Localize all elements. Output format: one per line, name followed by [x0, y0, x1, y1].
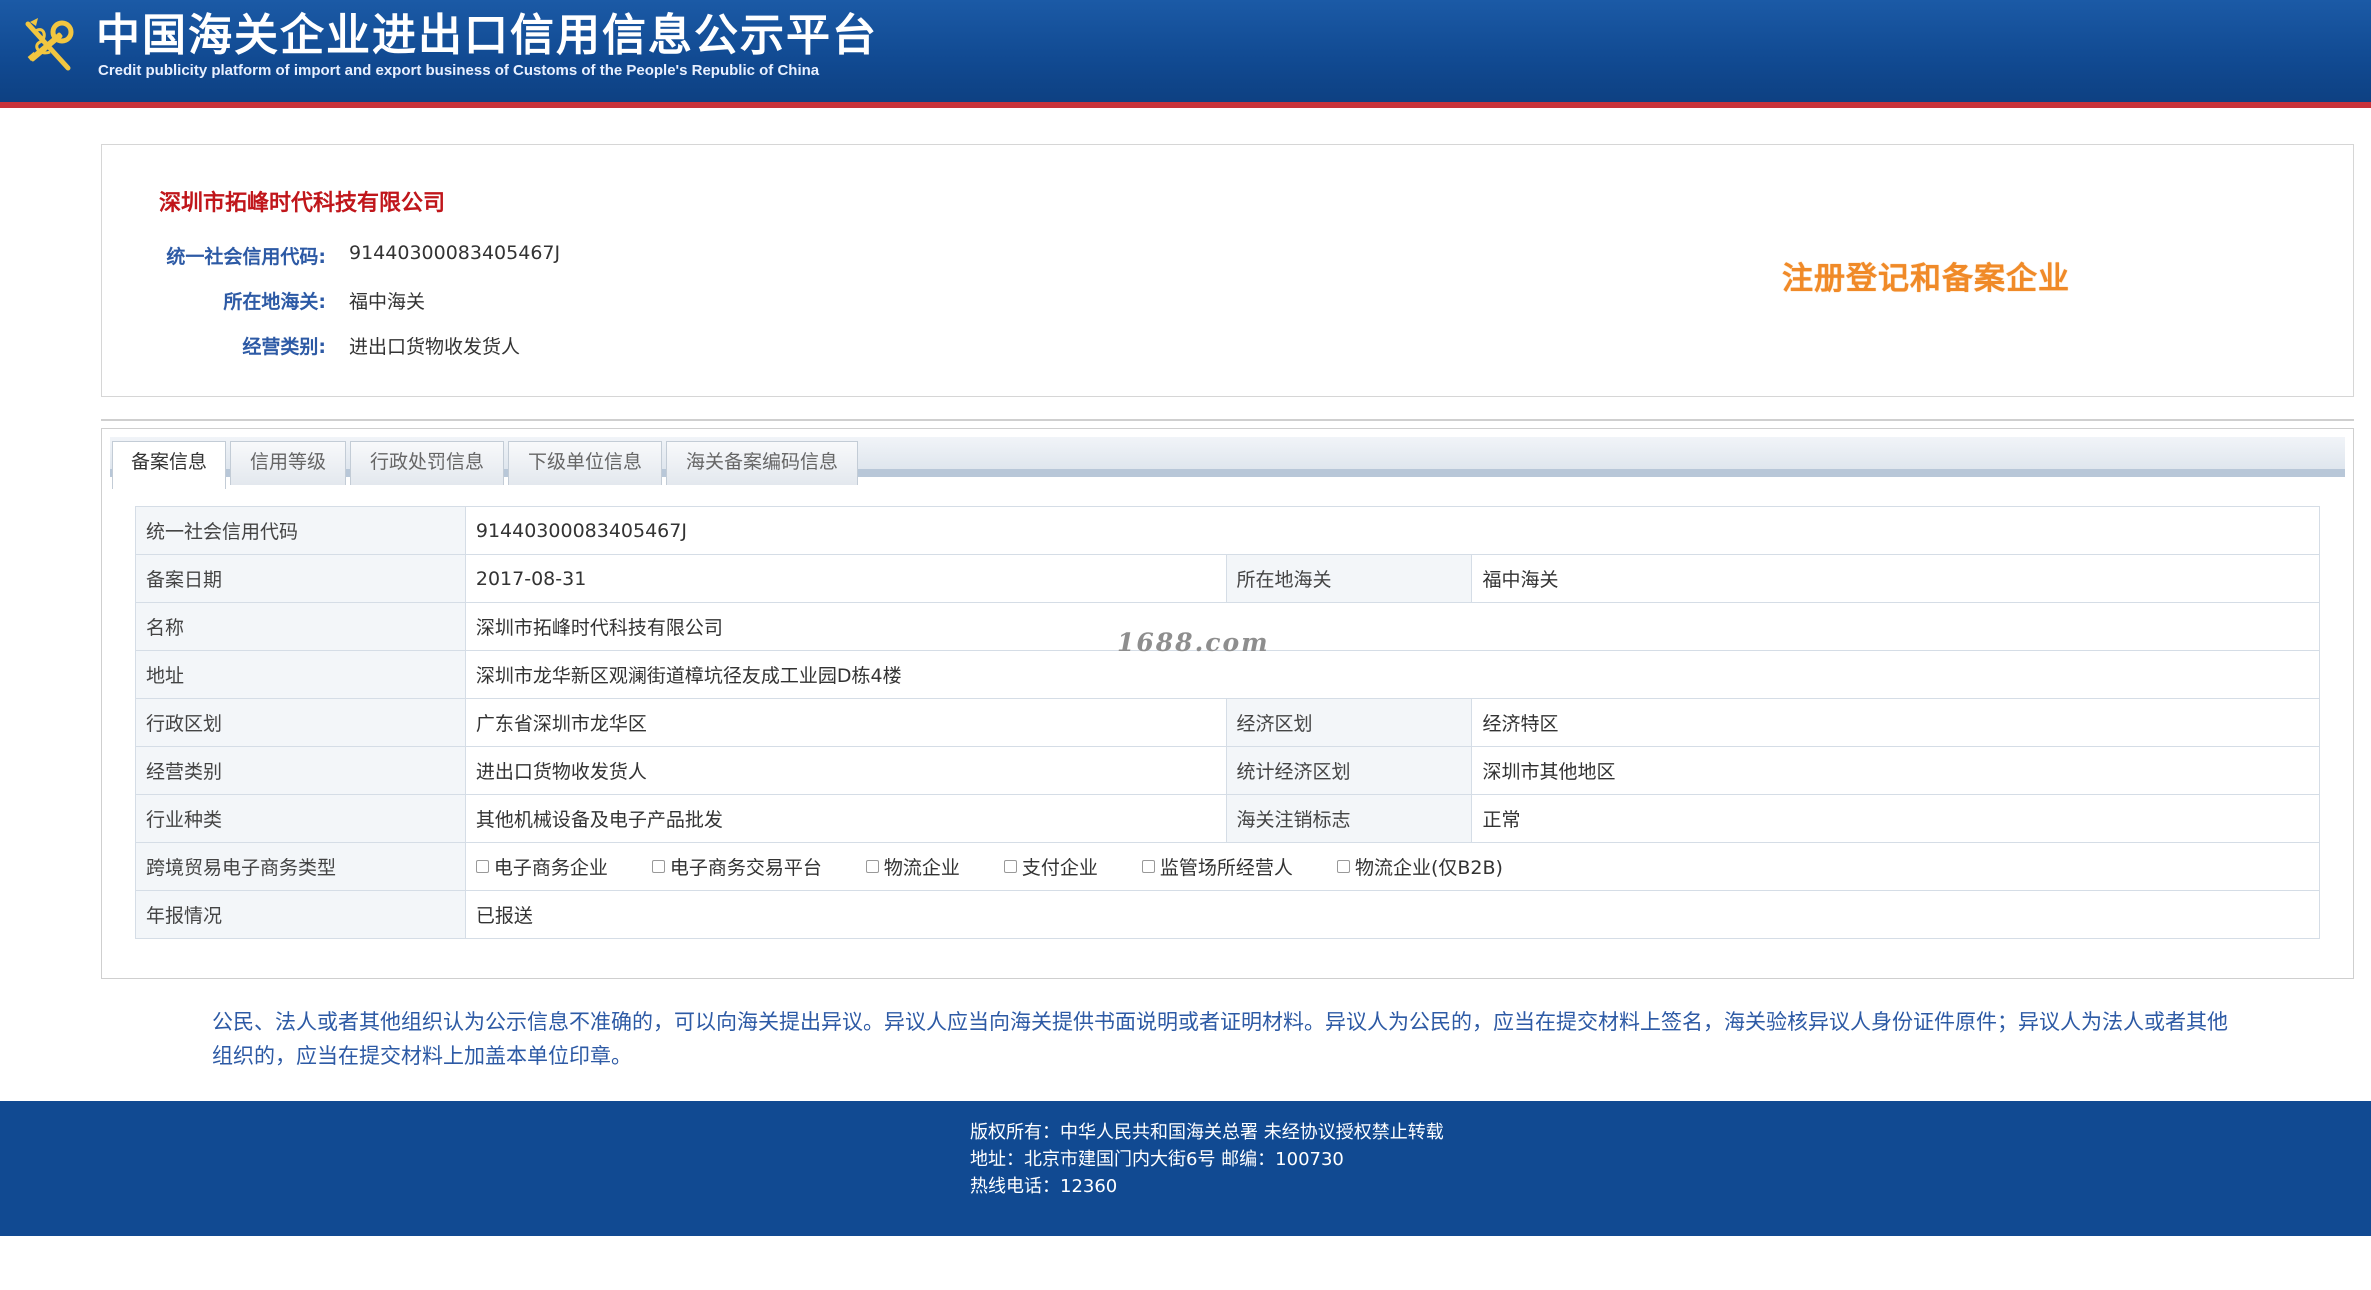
- cell-customs-value: 福中海关: [1471, 554, 2320, 603]
- cell-address-label: 地址: [135, 650, 466, 699]
- cell-annual-report-label: 年报情况: [135, 890, 466, 939]
- cell-ecommerce-label: 跨境贸易电子商务类型: [135, 842, 466, 891]
- tab-credit-level[interactable]: 信用等级: [230, 441, 346, 485]
- customs-emblem-icon: [25, 18, 74, 71]
- checkbox-label: 物流企业(仅B2B): [1354, 857, 1503, 879]
- cell-address-value: 深圳市龙华新区观澜街道樟坑径友成工业园D栋4楼: [464, 650, 2321, 699]
- checkbox-label: 电子商务企业: [493, 857, 608, 879]
- summary-customs-value: 福中海关: [349, 291, 426, 313]
- watermark: 1688.com: [1117, 628, 1270, 657]
- table-row: 统一社会信用代码 91440300083405467J: [135, 506, 2321, 555]
- checkbox-ecommerce-enterprise[interactable]: 电子商务企业: [475, 853, 608, 880]
- summary-credit-code-label: 统一社会信用代码:: [166, 246, 326, 268]
- table-row: 地址 深圳市龙华新区观澜街道樟坑径友成工业园D栋4楼: [135, 650, 2321, 699]
- cell-admin-region-label: 行政区划: [135, 698, 466, 747]
- cell-record-date-value: 2017-08-31: [464, 554, 1227, 603]
- cell-stat-region-label: 统计经济区划: [1225, 746, 1473, 795]
- table-row: 行业种类 其他机械设备及电子产品批发 海关注销标志 正常: [135, 794, 2320, 843]
- cell-credit-code-label: 统一社会信用代码: [135, 506, 466, 555]
- summary-category-value: 进出口货物收发货人: [349, 336, 521, 358]
- cell-admin-region-value: 广东省深圳市龙华区: [464, 698, 1227, 747]
- cell-stat-region-value: 深圳市其他地区: [1471, 746, 2320, 795]
- checkbox-ecommerce-platform[interactable]: 电子商务交易平台: [651, 853, 822, 880]
- record-info-table: 统一社会信用代码 91440300083405467J 备案日期 2017-08…: [135, 506, 2321, 939]
- checkbox-supervision-operator[interactable]: 监管场所经营人: [1141, 853, 1293, 880]
- checkbox-box[interactable]: [475, 860, 489, 873]
- section-divider: [101, 419, 2354, 421]
- checkbox-label: 物流企业: [883, 857, 960, 879]
- cell-econ-region-label: 经济区划: [1225, 698, 1473, 747]
- table-row: 备案日期 2017-08-31 所在地海关 福中海关: [135, 554, 2320, 603]
- tab-record-info[interactable]: 备案信息: [112, 441, 226, 489]
- footer-hotline: 热线电话：12360: [970, 1176, 1118, 1197]
- cell-cancel-flag-value: 正常: [1471, 794, 2320, 843]
- checkbox-label: 监管场所经营人: [1159, 857, 1293, 879]
- table-row: 年报情况 已报送: [135, 890, 2321, 939]
- tab-admin-penalty[interactable]: 行政处罚信息: [350, 441, 504, 485]
- checkbox-label: 电子商务交易平台: [669, 857, 822, 879]
- cell-name-label: 名称: [135, 602, 466, 651]
- cell-cancel-flag-label: 海关注销标志: [1225, 794, 1473, 843]
- checkbox-box[interactable]: [865, 860, 879, 873]
- checkbox-logistics-b2b[interactable]: 物流企业(仅B2B): [1336, 853, 1503, 880]
- cell-industry-value: 其他机械设备及电子产品批发: [464, 794, 1227, 843]
- tab-customs-code[interactable]: 海关备案编码信息: [666, 441, 858, 485]
- summary-category-label: 经营类别:: [242, 336, 326, 358]
- site-header: 中国海关企业进出口信用信息公示平台 Credit publicity platf…: [0, 0, 2371, 108]
- checkbox-box[interactable]: [1141, 860, 1155, 873]
- table-row: 行政区划 广东省深圳市龙华区 经济区划 经济特区: [135, 698, 2320, 747]
- objection-notice: 公民、法人或者其他组织认为公示信息不准确的，可以向海关提出异议。异议人应当向海关…: [212, 1010, 2228, 1068]
- checkbox-box[interactable]: [1336, 860, 1350, 873]
- cell-credit-code-value: 91440300083405467J: [464, 506, 2321, 555]
- cell-econ-region-value: 经济特区: [1471, 698, 2320, 747]
- company-summary-card: 深圳市拓峰时代科技有限公司 统一社会信用代码: 9144030008340546…: [101, 144, 2354, 397]
- tab-bar: 备案信息 信用等级 行政处罚信息 下级单位信息 海关备案编码信息: [110, 437, 2345, 489]
- site-subtitle: Credit publicity platform of import and …: [98, 62, 820, 79]
- checkbox-payment[interactable]: 支付企业: [1003, 853, 1098, 880]
- cell-name-value: 深圳市拓峰时代科技有限公司: [464, 602, 2321, 651]
- cell-biz-category-label: 经营类别: [135, 746, 466, 795]
- summary-category: 经营类别: 进出口货物收发货人: [102, 332, 802, 362]
- header-accent-line: [0, 102, 2371, 108]
- cell-ecommerce-options: 电子商务企业 电子商务交易平台 物流企业 支付企业 监管场所经营人 物流企业(仅…: [464, 842, 2321, 891]
- table-row: 经营类别 进出口货物收发货人 统计经济区划 深圳市其他地区: [135, 746, 2320, 795]
- cell-record-date-label: 备案日期: [135, 554, 466, 603]
- site-title: 中国海关企业进出口信用信息公示平台: [96, 10, 878, 61]
- cell-customs-label: 所在地海关: [1225, 554, 1473, 603]
- ecommerce-checkbox-group: 电子商务企业 电子商务交易平台 物流企业 支付企业 监管场所经营人 物流企业(仅…: [475, 853, 2309, 880]
- table-row: 跨境贸易电子商务类型 电子商务企业 电子商务交易平台 物流企业 支付企业 监管场…: [135, 842, 2321, 891]
- summary-customs-label: 所在地海关:: [223, 291, 326, 313]
- checkbox-label: 支付企业: [1021, 857, 1098, 879]
- summary-credit-code: 统一社会信用代码: 91440300083405467J: [102, 242, 802, 272]
- footer-info: 版权所有：中华人民共和国海关总署 未经协议授权禁止转载 地址：北京市建国门内大街…: [970, 1119, 1444, 1200]
- checkbox-box[interactable]: [651, 860, 665, 873]
- cell-annual-report-value: 已报送: [464, 890, 2321, 939]
- cell-biz-category-value: 进出口货物收发货人: [464, 746, 1227, 795]
- company-name: 深圳市拓峰时代科技有限公司: [159, 191, 446, 216]
- footer-address: 地址：北京市建国门内大街6号 邮编：100730: [970, 1149, 1344, 1170]
- summary-credit-code-value: 91440300083405467J: [349, 242, 561, 264]
- checkbox-logistics[interactable]: 物流企业: [865, 853, 960, 880]
- footer-copyright: 版权所有：中华人民共和国海关总署 未经协议授权禁止转载: [970, 1122, 1444, 1143]
- checkbox-box[interactable]: [1003, 860, 1017, 873]
- registration-badge: 注册登记和备案企业: [1782, 261, 2070, 297]
- info-panel: 备案信息 信用等级 行政处罚信息 下级单位信息 海关备案编码信息 统一社会信用代…: [101, 428, 2354, 979]
- site-footer: 版权所有：中华人民共和国海关总署 未经协议授权禁止转载 地址：北京市建国门内大街…: [0, 1101, 2371, 1236]
- cell-industry-label: 行业种类: [135, 794, 466, 843]
- summary-customs: 所在地海关: 福中海关: [102, 287, 802, 317]
- tab-subsidiary[interactable]: 下级单位信息: [508, 441, 662, 485]
